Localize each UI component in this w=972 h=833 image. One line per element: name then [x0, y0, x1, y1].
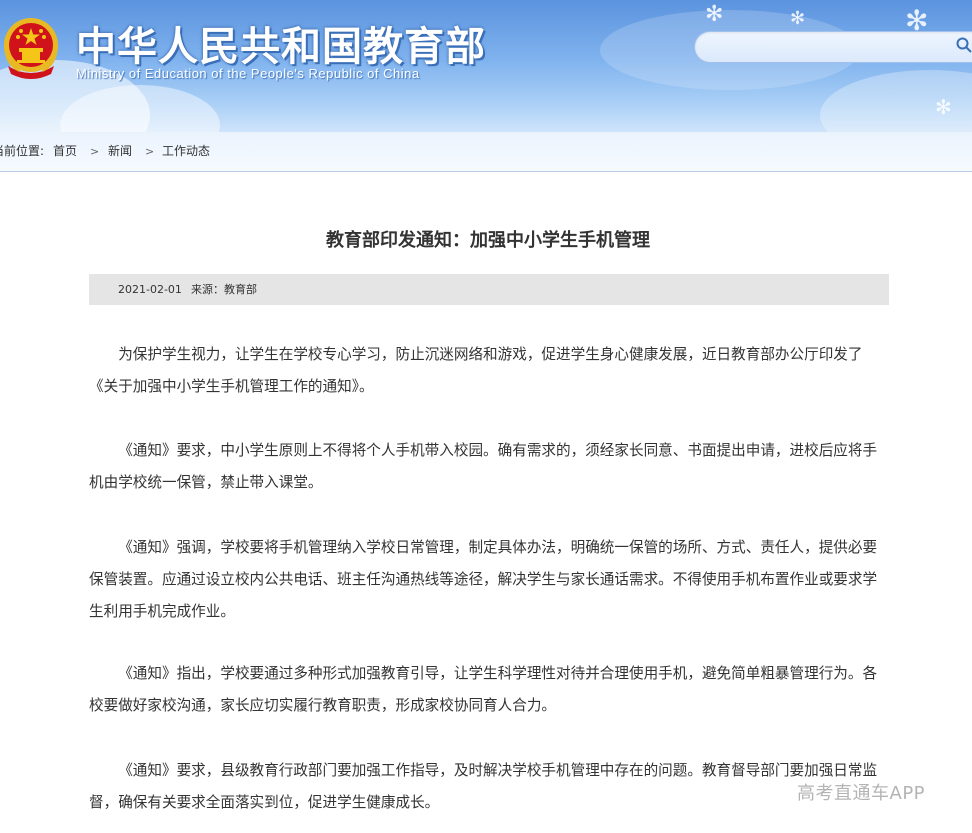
site-title[interactable]: 中华人民共和国教育部 [76, 14, 486, 72]
chevron-right-icon: > [145, 145, 155, 158]
breadcrumb-label: 当前位置: [0, 144, 45, 158]
article-title: 教育部印发通知：加强中小学生手机管理 [326, 230, 650, 251]
article-paragraph: 《通知》强调，学校要将手机管理纳入学校日常管理，制定具体办法，明确统一保管的场所… [89, 539, 878, 620]
article-paragraph: 《通知》要求，中小学生原则上不得将个人手机带入校园。确有需求的，须经家长同意、书… [89, 442, 878, 491]
dandelion-decoration: ✻ [790, 8, 806, 29]
site-subtitle: Ministry of Education of the People's Re… [76, 66, 420, 81]
dandelion-decoration: ✻ [935, 95, 952, 119]
article-meta: 2021-02-01 来源：教育部 [89, 274, 889, 305]
article-date: 2021-02-01 [118, 283, 182, 296]
national-emblem-icon[interactable] [2, 14, 60, 82]
search-icon[interactable] [955, 36, 972, 54]
breadcrumb: 当前位置: 首页 > 新闻 > 工作动态 [0, 132, 972, 172]
article-source: 来源：教育部 [191, 283, 257, 296]
search-input[interactable] [694, 31, 972, 63]
watermark: 高考直通车APP [797, 783, 926, 804]
article-paragraph: 《通知》指出，学校要通过多种形式加强教育引导，让学生科学理性对待并合理使用手机，… [89, 665, 878, 714]
site-header: ✻ ✻ ✻ ✻ 中华人民共和国教育部 Ministry of Education… [0, 0, 972, 132]
dandelion-decoration: ✻ [705, 2, 724, 27]
breadcrumb-news-link[interactable]: 新闻 [108, 132, 132, 171]
article-paragraph: 为保护学生视力，让学生在学校专心学习，防止沉迷网络和游戏，促进学生身心健康发展，… [89, 346, 863, 395]
breadcrumb-work-news-link[interactable]: 工作动态 [162, 132, 210, 171]
breadcrumb-home-link[interactable]: 首页 [53, 132, 77, 171]
chevron-right-icon: > [90, 145, 100, 158]
article-paragraph: 《通知》要求，县级教育行政部门要加强工作指导，及时解决学校手机管理中存在的问题。… [89, 762, 878, 811]
